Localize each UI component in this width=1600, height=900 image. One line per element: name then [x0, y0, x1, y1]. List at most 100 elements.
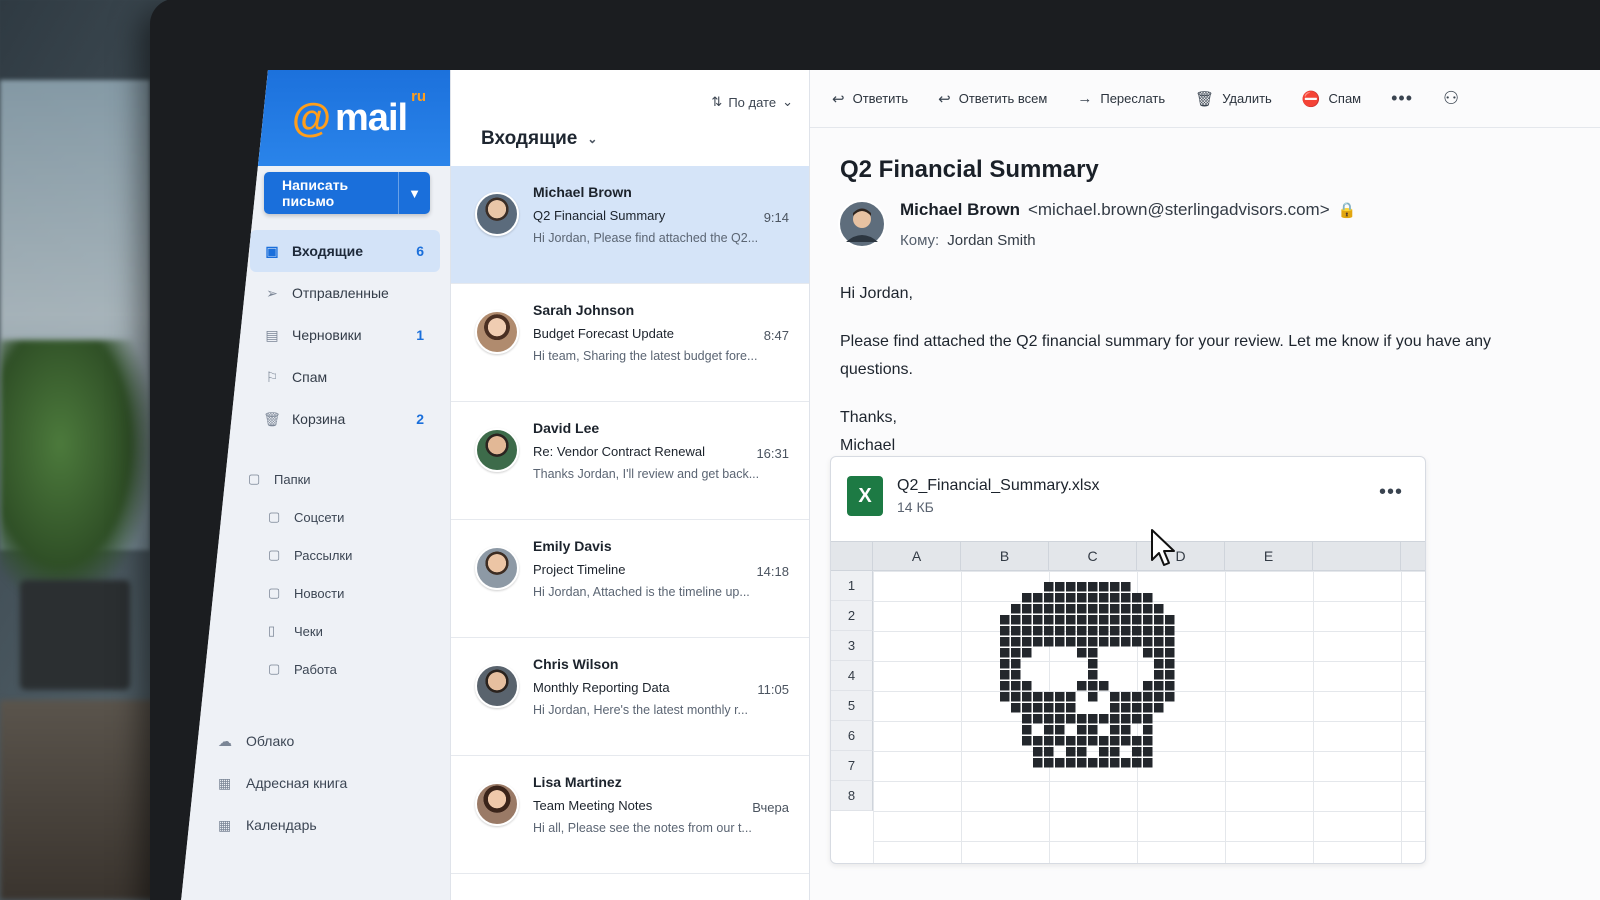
reply-button[interactable]: ↩ Ответить	[832, 90, 908, 108]
folder-label: Чеки	[294, 623, 323, 639]
more-options-icon[interactable]: •••	[1391, 88, 1413, 109]
folder-dropdown[interactable]: Входящие ⌄	[481, 128, 597, 150]
folder-icon: ▢	[268, 547, 281, 562]
folders-header[interactable]: ▢ Папки	[234, 460, 434, 498]
attachment-size: 14 КБ	[897, 499, 934, 515]
message-preview: Hi Jordan, Please find attached the Q2..…	[533, 231, 759, 245]
folder-item-receipts[interactable]: ▯ Чеки	[234, 612, 434, 650]
folder-item-newsletters[interactable]: ▢ Рассылки	[234, 536, 434, 574]
calendar-link[interactable]: ▦ Календарь	[208, 804, 428, 846]
delete-button[interactable]: 🗑 Удалить	[1195, 90, 1272, 108]
trash-icon: 🗑	[1195, 90, 1215, 108]
row-header: 6	[831, 721, 873, 751]
row-header: 5	[831, 691, 873, 721]
row-header: 8	[831, 781, 873, 811]
attachment-card[interactable]: X Q2_Financial_Summary.xlsx 14 КБ ••• A …	[830, 456, 1426, 864]
spam-label: Спам	[1328, 91, 1362, 106]
cloud-icon: ☁	[218, 732, 232, 749]
message-subject: Q2 Financial Summary	[533, 208, 666, 223]
sender-email[interactable]: <michael.brown@sterlingadvisors.com>	[1028, 200, 1330, 220]
attachment-filename[interactable]: Q2_Financial_Summary.xlsx	[897, 477, 1099, 495]
message-preview: Thanks Jordan, I'll review and get back.…	[533, 467, 760, 481]
screen: @ mail ru Написать письмо ▼ ▣ Входящие 6…	[178, 70, 1600, 900]
column-header: E	[1225, 542, 1313, 570]
folder-icon: ▢	[268, 585, 281, 600]
sort-dropdown[interactable]: ⇅ По дате ⌄	[711, 94, 793, 110]
spam-icon: ⚐	[265, 368, 279, 385]
message-row[interactable]: David Lee Re: Vendor Contract Renewal Th…	[451, 402, 809, 520]
at-icon: @	[292, 96, 332, 140]
more-options-icon[interactable]: •••	[1379, 481, 1403, 504]
folder-label: Соцсети	[294, 509, 345, 525]
folder-item-social[interactable]: ▢ Соцсети	[234, 498, 434, 536]
logo[interactable]: @ mail ru	[258, 70, 450, 166]
row-header: 2	[831, 601, 873, 631]
row-header: 3	[831, 631, 873, 661]
recipient-line: Кому: Jordan Smith	[900, 232, 1036, 249]
sidebar-item-label: Черновики	[292, 327, 362, 343]
cloud-label: Облако	[246, 733, 295, 749]
contacts-icon: ▦	[218, 774, 232, 791]
cloud-link[interactable]: ☁ Облако	[208, 720, 428, 762]
message-row[interactable]: Chris Wilson Monthly Reporting Data Hi J…	[451, 638, 809, 756]
message-time: 16:31	[756, 446, 789, 461]
address-book-link[interactable]: ▦ Адресная книга	[208, 762, 428, 804]
recipient-name[interactable]: Jordan Smith	[947, 232, 1035, 249]
forward-label: Переслать	[1100, 91, 1166, 106]
message-preview: Hi all, Please see the notes from our t.…	[533, 821, 752, 835]
reply-all-button[interactable]: ↩ Ответить всем	[938, 90, 1047, 108]
sidebar-item-trash[interactable]: 🗑 Корзина 2	[250, 398, 440, 440]
background-plant	[0, 340, 150, 600]
message-sender: Emily Davis	[533, 538, 612, 554]
sidebar-item-spam[interactable]: ⚐ Спам	[250, 356, 440, 398]
calendar-icon: ▦	[218, 816, 232, 833]
message-row[interactable]: Lisa Martinez Team Meeting Notes Hi all,…	[451, 756, 809, 874]
list-header: Входящие ⌄ ⇅ По дате ⌄	[451, 70, 809, 166]
sidebar-item-drafts[interactable]: ▤ Черновики 1	[250, 314, 440, 356]
message-time: 11:05	[757, 682, 789, 697]
message-time: 8:47	[763, 328, 789, 343]
folder-label: Рассылки	[294, 547, 353, 563]
spam-button[interactable]: ⛔ Спам	[1302, 90, 1361, 108]
sidebar-item-label: Отправленные	[292, 285, 389, 301]
sidebar-item-sent[interactable]: ➢ Отправленные	[250, 272, 440, 314]
avatar	[475, 192, 519, 236]
sidebar-item-inbox[interactable]: ▣ Входящие 6	[250, 230, 440, 272]
email-body: Hi Jordan, Please find attached the Q2 f…	[840, 280, 1540, 460]
email-signoff: Thanks,	[840, 409, 897, 426]
forward-button[interactable]: → Переслать	[1077, 90, 1165, 107]
avatar	[475, 664, 519, 708]
message-sender: David Lee	[533, 420, 600, 436]
skull-pixel-art	[1000, 582, 1175, 768]
reply-icon: ↩	[832, 90, 845, 108]
message-time: Вчера	[752, 800, 789, 815]
reply-all-icon: ↩	[938, 90, 951, 108]
logo-sup: ru	[411, 88, 427, 105]
item-count: 2	[416, 411, 424, 427]
message-sender: Sarah Johnson	[533, 302, 635, 318]
sidebar-item-label: Спам	[292, 369, 328, 385]
message-row[interactable]: Sarah Johnson Budget Forecast Update Hi …	[451, 284, 809, 402]
message-time: 9:14	[763, 210, 789, 225]
sender-name[interactable]: Michael Brown	[900, 200, 1020, 220]
compose-button[interactable]: Написать письмо ▼	[264, 172, 430, 214]
chevron-down-icon[interactable]: ▼	[398, 172, 430, 214]
inbox-icon: ▣	[265, 242, 279, 259]
spreadsheet-preview: A B C D E 1 2 3 4 5 6 7 8	[831, 541, 1425, 863]
calendar-label: Календарь	[246, 817, 317, 833]
folder-item-news[interactable]: ▢ Новости	[234, 574, 434, 612]
folder-item-work[interactable]: ▢ Работа	[234, 650, 434, 688]
excel-icon: X	[847, 476, 883, 516]
contacts-icon[interactable]: ⚇	[1443, 88, 1460, 109]
sidebar-item-label: Корзина	[292, 411, 346, 427]
address-book-label: Адресная книга	[246, 775, 348, 791]
chevron-down-icon: ⌄	[587, 132, 598, 146]
avatar	[475, 546, 519, 590]
message-list: Входящие ⌄ ⇅ По дате ⌄ Michael Brown Q2 …	[450, 70, 810, 900]
message-row[interactable]: Emily Davis Project Timeline Hi Jordan, …	[451, 520, 809, 638]
message-sender: Chris Wilson	[533, 656, 619, 672]
column-header: B	[961, 542, 1049, 570]
message-row[interactable]: Michael Brown Q2 Financial Summary Hi Jo…	[451, 166, 809, 284]
mouse-cursor-icon	[1151, 529, 1175, 566]
item-count: 1	[416, 327, 424, 343]
